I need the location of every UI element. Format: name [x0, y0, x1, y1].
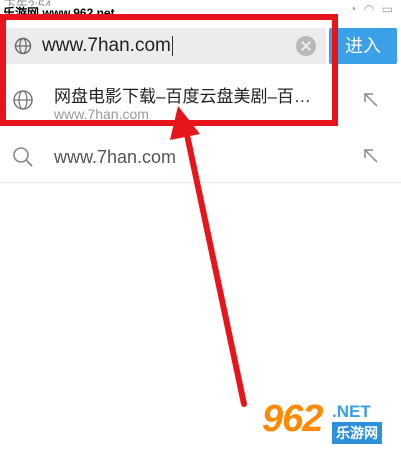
suggestion-title: www.7han.com — [54, 147, 177, 167]
url-input-value: www.7han.com — [42, 35, 171, 56]
text-caret — [171, 35, 173, 56]
logo-net: .NET — [332, 402, 371, 421]
globe-icon — [14, 37, 32, 55]
search-icon — [13, 147, 33, 167]
clear-input-button[interactable] — [296, 36, 316, 56]
status-icons: ◔ ◠ ▭ — [349, 2, 395, 16]
globe-icon — [13, 90, 33, 110]
go-button[interactable]: 进入 — [329, 28, 397, 64]
address-bar: www.7han.com 进入 — [0, 22, 401, 70]
suggestion-item[interactable]: www.7han.com — [0, 132, 401, 183]
fill-arrow-icon[interactable] — [363, 92, 379, 108]
suggestion-item[interactable]: 网盘电影下载–百度云盘美剧–百… www.7han.com — [0, 70, 401, 130]
suggestion-url: www.7han.com — [54, 106, 149, 122]
site-logo: 962 .NET 乐游网 — [262, 398, 397, 448]
logo-number: 962 — [262, 398, 323, 440]
site-watermark: 乐游网 www.962.net — [0, 6, 118, 20]
suggestion-title: 网盘电影下载–百度云盘美剧–百… — [54, 87, 311, 106]
url-input[interactable]: www.7han.com — [4, 28, 326, 64]
logo-cn: 乐游网 — [332, 422, 382, 444]
fill-arrow-icon[interactable] — [363, 148, 379, 164]
